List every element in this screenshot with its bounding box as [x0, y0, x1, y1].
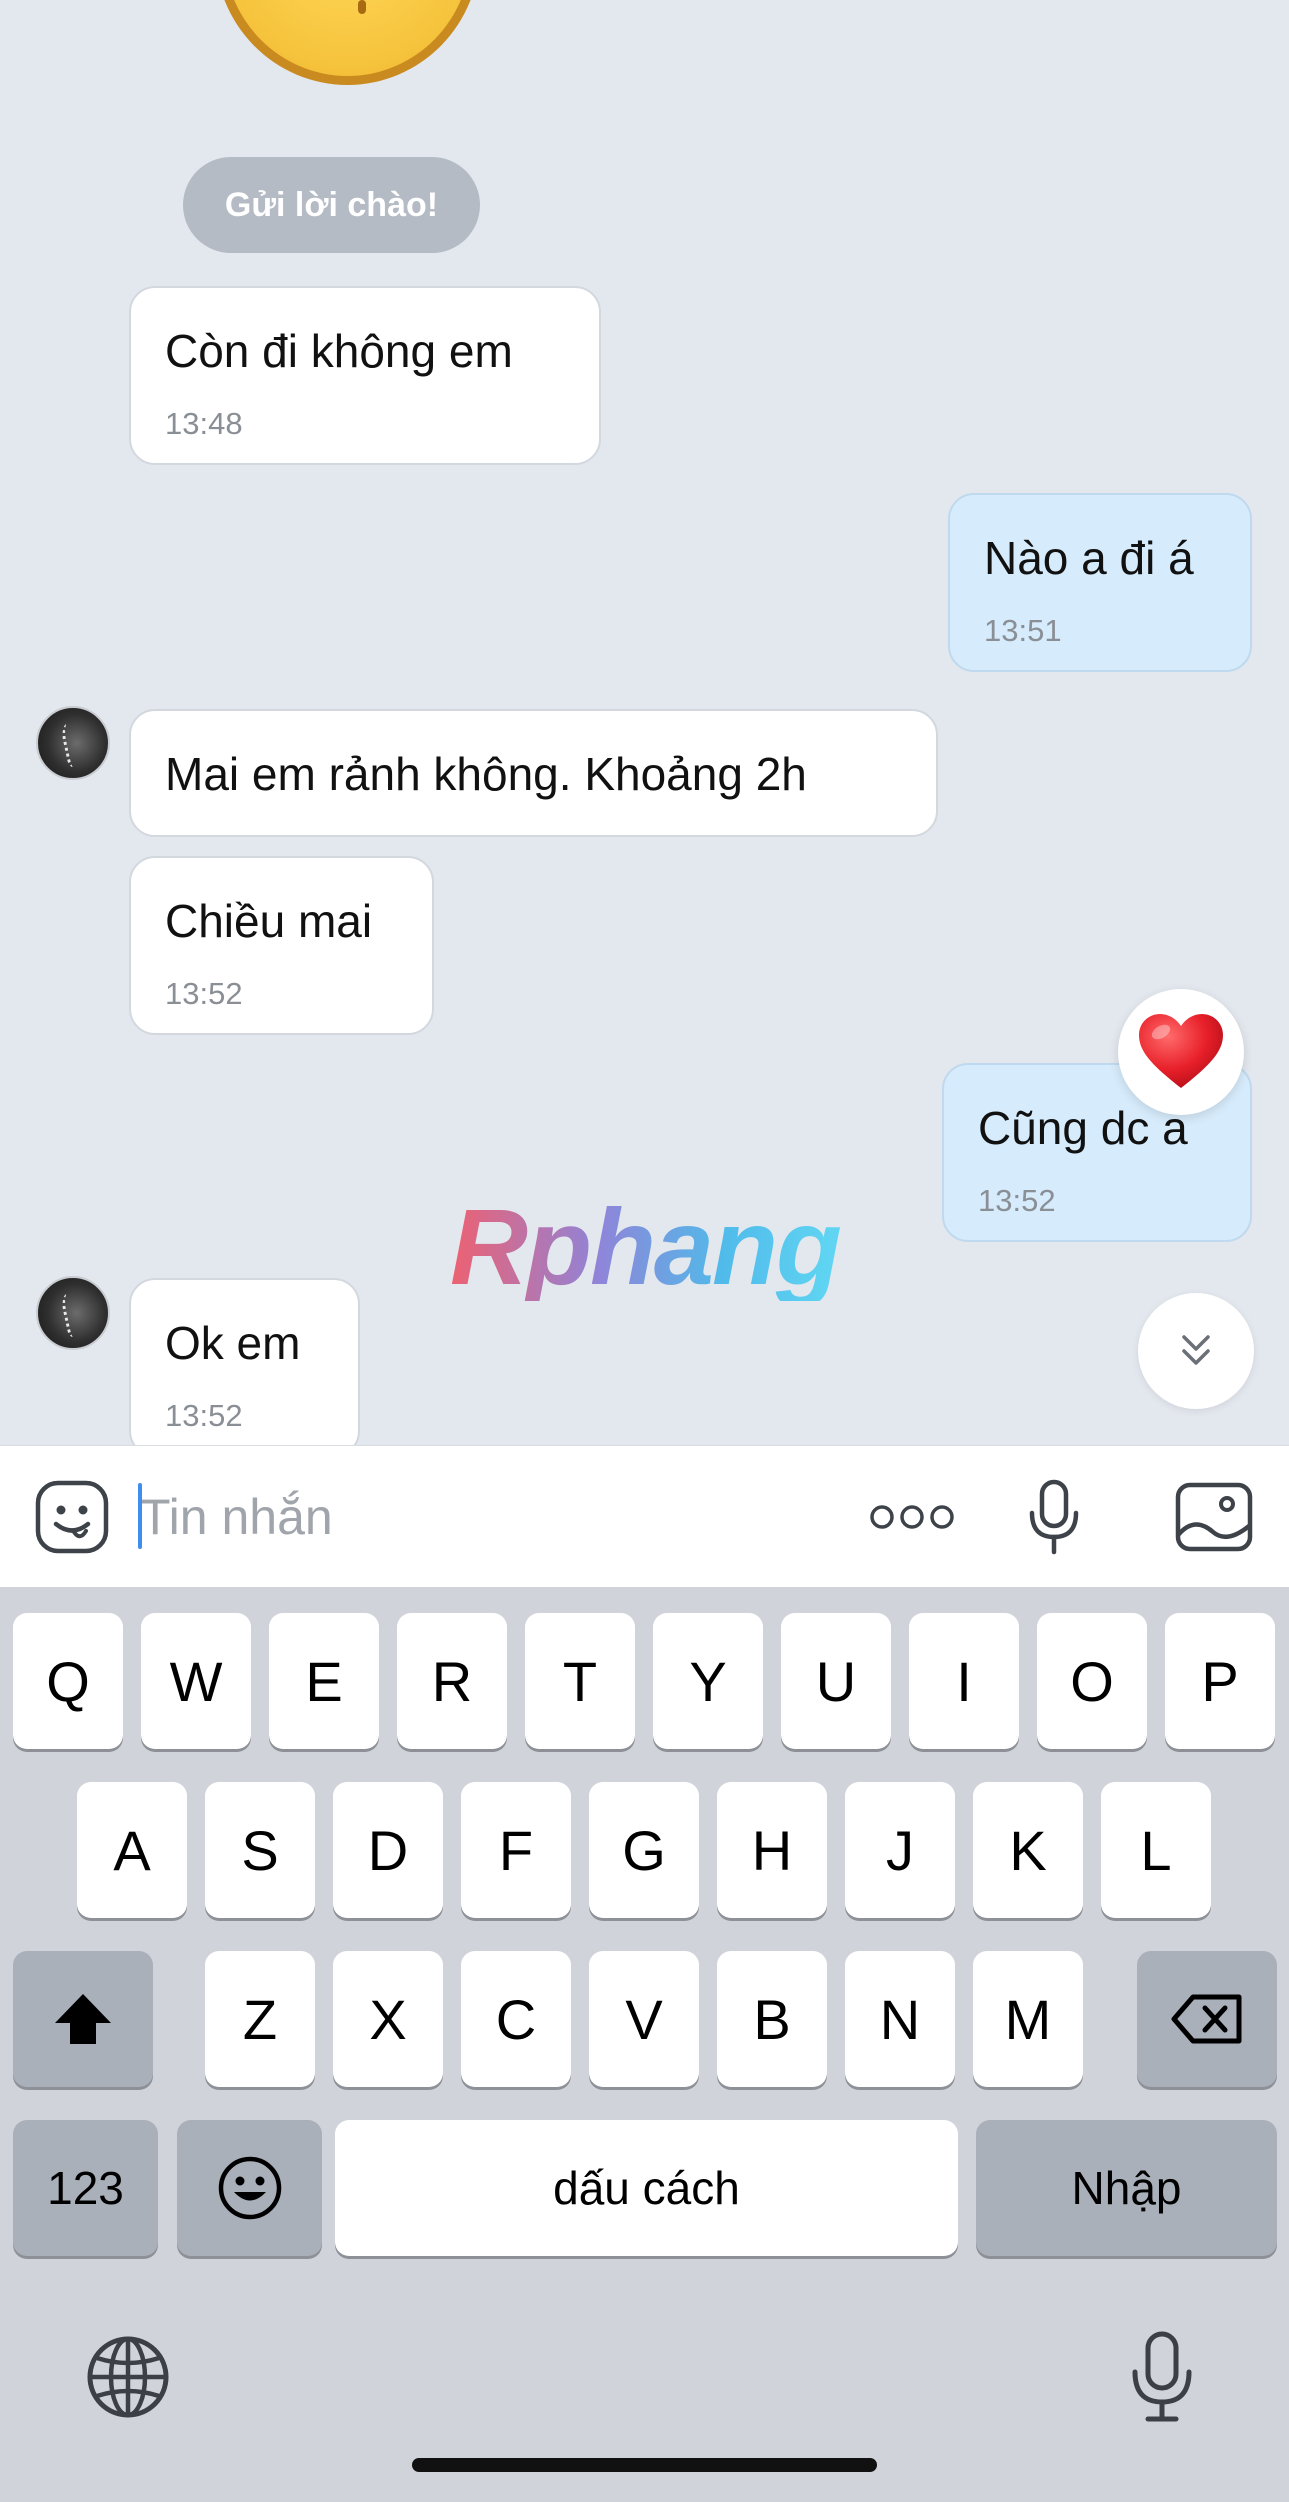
image-icon [1175, 1482, 1253, 1552]
key-k[interactable]: K [973, 1782, 1083, 1918]
message-text: Ok em [165, 1317, 301, 1369]
message-time: 13:52 [978, 1183, 1056, 1218]
microphone-icon [1029, 1479, 1079, 1555]
sticker-image [215, 0, 480, 85]
message-time: 13:48 [165, 406, 243, 441]
numbers-key[interactable]: 123 [13, 2120, 158, 2256]
chat-area[interactable]: Gửi lời chào! Còn đi không em 13:48 Nào … [0, 0, 1289, 1445]
key-a[interactable]: A [77, 1782, 187, 1918]
key-u[interactable]: U [781, 1613, 891, 1749]
shift-key[interactable] [13, 1951, 153, 2087]
more-icon [870, 1505, 954, 1529]
sticker-button[interactable] [30, 1446, 114, 1588]
key-j[interactable]: J [845, 1782, 955, 1918]
message-time: 13:51 [984, 613, 1062, 648]
key-i[interactable]: I [909, 1613, 1019, 1749]
contact-avatar[interactable] [36, 706, 110, 780]
message-input[interactable] [140, 1470, 840, 1564]
message-bubble-outgoing[interactable]: Nào a đi á 13:51 [948, 493, 1252, 672]
key-y[interactable]: Y [653, 1613, 763, 1749]
key-h[interactable]: H [717, 1782, 827, 1918]
key-e[interactable]: E [269, 1613, 379, 1749]
message-text: Nào a đi á [984, 532, 1194, 584]
contact-avatar[interactable] [36, 1276, 110, 1350]
send-greeting-button[interactable]: Gửi lời chào! [183, 157, 480, 253]
backspace-key[interactable] [1137, 1951, 1277, 2087]
key-g[interactable]: G [589, 1782, 699, 1918]
onscreen-keyboard: Q W E R T Y U I O P A S D F G H J K L Z … [0, 1587, 1289, 2502]
key-d[interactable]: D [333, 1782, 443, 1918]
image-picker-button[interactable] [1172, 1446, 1256, 1588]
key-f[interactable]: F [461, 1782, 571, 1918]
key-l[interactable]: L [1101, 1782, 1211, 1918]
dictation-icon [1132, 2331, 1192, 2422]
message-time: 13:52 [165, 976, 243, 1011]
message-text: Chiều mai [165, 895, 373, 947]
key-x[interactable]: X [333, 1951, 443, 2087]
key-n[interactable]: N [845, 1951, 955, 2087]
message-input-bar [0, 1445, 1289, 1587]
heart-reaction-icon[interactable] [1118, 989, 1244, 1115]
message-bubble-incoming[interactable]: Chiều mai 13:52 [129, 856, 434, 1035]
key-q[interactable]: Q [13, 1613, 123, 1749]
globe-icon [87, 2336, 169, 2418]
globe-button[interactable] [78, 2327, 178, 2427]
key-c[interactable]: C [461, 1951, 571, 2087]
emoji-icon [218, 2156, 281, 2220]
backspace-icon [1171, 1994, 1242, 2044]
key-t[interactable]: T [525, 1613, 635, 1749]
sticker-detail [358, 0, 366, 14]
key-m[interactable]: M [973, 1951, 1083, 2087]
message-text: Mai em rảnh không. Khoảng 2h [165, 748, 807, 800]
watermark-logo: Rphang [450, 1186, 842, 1307]
space-key[interactable]: dấu cách [335, 2120, 958, 2256]
double-chevron-down-icon [1182, 1335, 1210, 1365]
voice-message-button[interactable] [1018, 1446, 1090, 1588]
message-text: Còn đi không em [165, 325, 513, 377]
return-key[interactable]: Nhập [976, 2120, 1277, 2256]
key-r[interactable]: R [397, 1613, 507, 1749]
dictation-button[interactable] [1112, 2325, 1212, 2429]
key-s[interactable]: S [205, 1782, 315, 1918]
emoji-key[interactable] [177, 2120, 322, 2256]
message-bubble-incoming[interactable]: Mai em rảnh không. Khoảng 2h [129, 709, 938, 837]
message-bubble-incoming[interactable]: Ok em 13:52 [129, 1278, 360, 1445]
key-p[interactable]: P [1165, 1613, 1275, 1749]
scroll-to-bottom-button[interactable] [1138, 1293, 1254, 1409]
shift-icon [55, 1994, 111, 2044]
heart-icon [1139, 1014, 1223, 1088]
key-b[interactable]: B [717, 1951, 827, 2087]
home-indicator[interactable] [412, 2458, 877, 2472]
key-o[interactable]: O [1037, 1613, 1147, 1749]
message-bubble-incoming[interactable]: Còn đi không em 13:48 [129, 286, 601, 465]
text-cursor [138, 1483, 142, 1549]
more-button[interactable] [862, 1446, 962, 1588]
key-v[interactable]: V [589, 1951, 699, 2087]
key-w[interactable]: W [141, 1613, 251, 1749]
message-time: 13:52 [165, 1398, 243, 1433]
key-z[interactable]: Z [205, 1951, 315, 2087]
sticker-icon [35, 1480, 109, 1554]
